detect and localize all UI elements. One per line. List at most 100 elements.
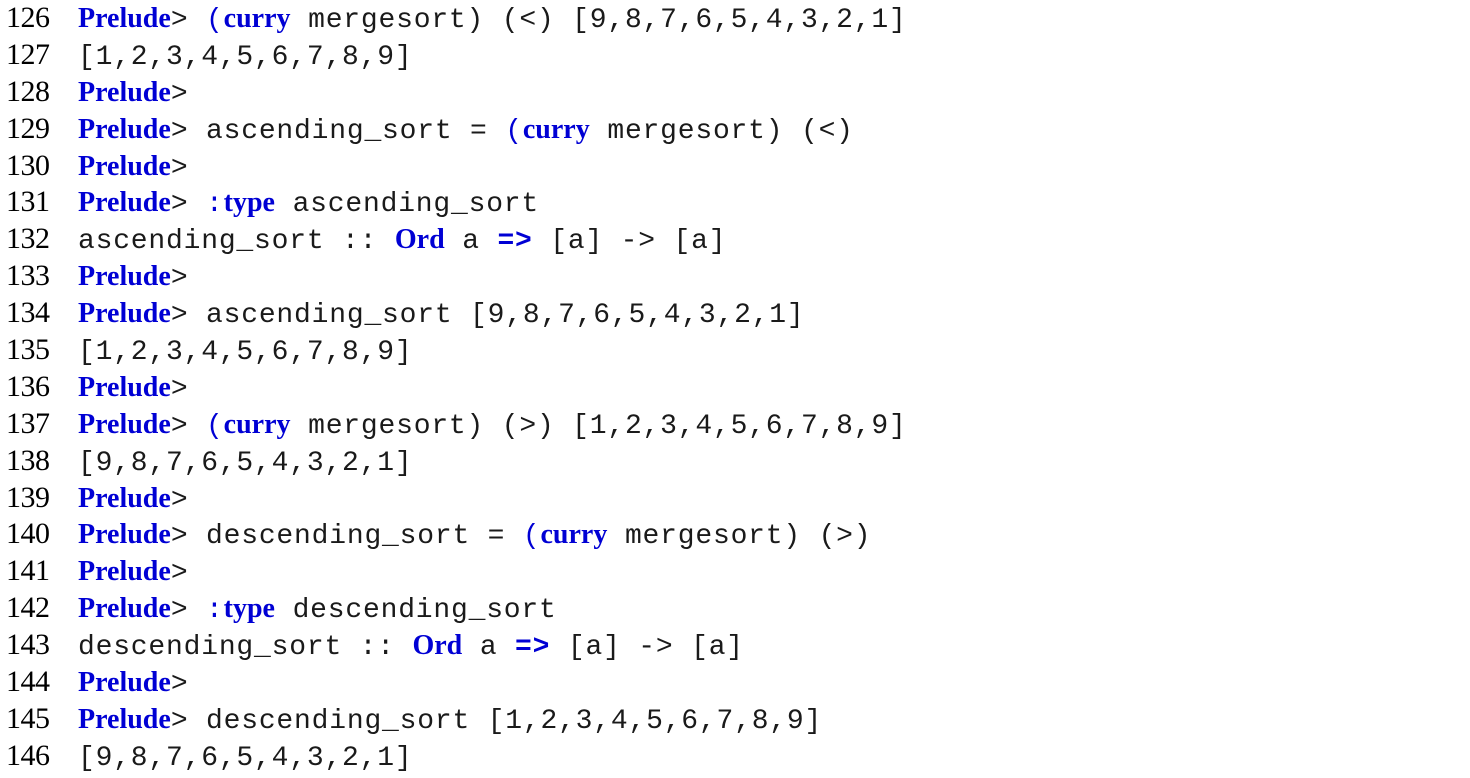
code-token-kw: Prelude: [78, 371, 171, 403]
code-token-kw: Prelude: [78, 298, 171, 330]
code-listing: 126 Prelude> (curry mergesort) (<) [9,8,7…: [0, 0, 1470, 775]
code-token-blue-bold: =>: [497, 226, 533, 258]
code-token-plain: >: [170, 373, 189, 405]
code-token-kw: type: [223, 593, 275, 625]
code-token-kw: Prelude: [78, 187, 171, 219]
code-line: 132 ascending_sort :: Ord a => [a] -> [a]: [0, 221, 1470, 258]
code-token-plain: ascending_sort ::: [78, 226, 395, 258]
code-token-kw: Prelude: [78, 556, 171, 588]
code-line: 127 [1,2,3,4,5,6,7,8,9]: [0, 37, 1470, 74]
code-token-plain: mergesort) (<): [589, 115, 854, 147]
line-number: 145: [6, 701, 50, 735]
line-content: Prelude> :type ascending_sort: [78, 185, 539, 224]
code-token-blue: (: [522, 521, 541, 553]
code-token-kw: Prelude: [78, 593, 171, 625]
code-token-kw: Prelude: [78, 261, 171, 293]
line-content: Prelude> descending_sort [1,2,3,4,5,6,7,…: [78, 702, 822, 741]
line-number: 139: [6, 480, 50, 514]
code-line: 134 Prelude> ascending_sort [9,8,7,6,5,4,…: [0, 295, 1470, 332]
code-line: 141 Prelude>: [0, 553, 1470, 590]
line-number: 129: [6, 111, 50, 145]
line-content: descending_sort :: Ord a => [a] -> [a]: [78, 628, 744, 667]
line-content: Prelude> ascending_sort = (curry mergeso…: [78, 112, 854, 151]
code-line: 144 Prelude>: [0, 664, 1470, 701]
line-content: [9,8,7,6,5,4,3,2,1]: [78, 741, 412, 778]
line-content: Prelude> :type descending_sort: [78, 591, 557, 630]
line-number: 128: [6, 74, 50, 108]
code-token-plain: >: [170, 78, 189, 110]
code-token-plain: >: [170, 5, 207, 36]
code-line: 133 Prelude>: [0, 258, 1470, 295]
code-token-kw: Prelude: [78, 113, 171, 145]
line-number: 133: [6, 259, 50, 293]
line-content: Prelude>: [78, 665, 188, 704]
line-number: 144: [6, 665, 50, 699]
code-line: 136 Prelude>: [0, 369, 1470, 406]
code-token-kw: Prelude: [78, 150, 171, 182]
code-token-plain: >: [170, 558, 189, 590]
code-token-kw: Prelude: [78, 76, 171, 108]
line-number: 131: [6, 185, 50, 219]
code-line: 126 Prelude> (curry mergesort) (<) [9,8,7…: [0, 0, 1470, 37]
code-token-plain: ascending_sort: [274, 189, 540, 221]
line-content: Prelude>: [78, 481, 188, 520]
code-token-plain: [a] -> [a]: [550, 632, 744, 664]
code-token-kw: Prelude: [78, 408, 171, 440]
code-token-blue: (: [206, 5, 224, 36]
line-number: 137: [6, 406, 50, 440]
line-number: 130: [6, 148, 50, 182]
line-content: [1,2,3,4,5,6,7,8,9]: [78, 335, 412, 372]
code-line: 129 Prelude> ascending_sort = (curry merg…: [0, 111, 1470, 148]
code-token-plain: >: [170, 669, 189, 701]
code-token-plain: a: [462, 632, 516, 664]
line-content: Prelude>: [78, 370, 188, 409]
line-number: 140: [6, 517, 50, 551]
line-content: Prelude>: [78, 149, 188, 188]
code-line: 128 Prelude>: [0, 74, 1470, 111]
code-token-plain: mergesort) (<) [9,8,7,6,5,4,3,2,1]: [290, 5, 907, 36]
code-token-kw: Prelude: [78, 519, 171, 551]
code-line: 138 [9,8,7,6,5,4,3,2,1]: [0, 443, 1470, 480]
line-number: 134: [6, 296, 50, 330]
line-content: Prelude>: [78, 554, 188, 593]
code-token-plain: [1,2,3,4,5,6,7,8,9]: [78, 337, 413, 369]
line-content: [1,2,3,4,5,6,7,8,9]: [78, 40, 412, 77]
code-token-blue: :: [206, 189, 224, 221]
line-content: Prelude> ascending_sort [9,8,7,6,5,4,3,2…: [78, 296, 805, 335]
code-token-plain: mergesort) (>) [1,2,3,4,5,6,7,8,9]: [290, 410, 907, 442]
code-line: 139 Prelude>: [0, 480, 1470, 517]
line-number: 126: [6, 1, 50, 34]
line-number: 143: [6, 628, 50, 662]
code-token-plain: descending_sort ::: [78, 632, 413, 664]
line-number: 136: [6, 369, 50, 403]
code-token-plain: > descending_sort [1,2,3,4,5,6,7,8,9]: [170, 705, 823, 737]
code-token-plain: > descending_sort =: [170, 521, 523, 553]
line-number: 138: [6, 443, 50, 477]
code-token-plain: >: [170, 263, 189, 295]
code-line: 146 [9,8,7,6,5,4,3,2,1]: [0, 738, 1470, 775]
code-line: 130 Prelude>: [0, 148, 1470, 185]
line-number: 132: [6, 222, 50, 256]
line-content: Prelude> descending_sort = (curry merges…: [78, 517, 871, 556]
code-token-blue: (: [206, 410, 224, 442]
code-token-kw: curry: [540, 519, 608, 551]
code-token-plain: >: [170, 410, 207, 442]
code-token-plain: [1,2,3,4,5,6,7,8,9]: [78, 41, 413, 73]
line-content: Prelude>: [78, 75, 188, 114]
code-token-kw: curry: [522, 113, 590, 145]
code-token-plain: descending_sort: [274, 595, 557, 627]
code-line: 135 [1,2,3,4,5,6,7,8,9]: [0, 332, 1470, 369]
line-number: 146: [6, 738, 50, 772]
code-line: 143 descending_sort :: Ord a => [a] -> [a…: [0, 627, 1470, 664]
code-token-plain: > ascending_sort =: [170, 115, 506, 147]
line-number: 135: [6, 333, 50, 367]
code-token-kw: Prelude: [78, 3, 171, 34]
code-line: 131 Prelude> :type ascending_sort: [0, 184, 1470, 221]
code-token-plain: >: [170, 595, 207, 627]
code-line: 137 Prelude> (curry mergesort) (>) [1,2,3…: [0, 406, 1470, 443]
line-content: ascending_sort :: Ord a => [a] -> [a]: [78, 222, 726, 261]
line-number: 141: [6, 554, 50, 588]
code-token-plain: [9,8,7,6,5,4,3,2,1]: [78, 447, 413, 479]
code-token-plain: >: [170, 484, 189, 516]
code-token-plain: mergesort) (>): [607, 521, 872, 553]
